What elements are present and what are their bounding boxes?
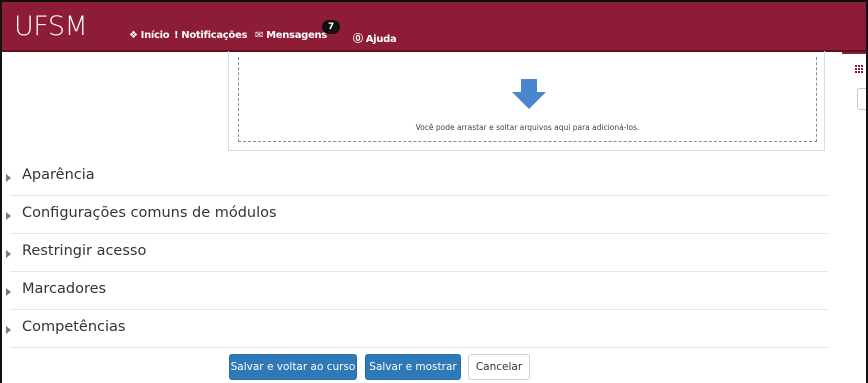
collapsed-caret-icon (6, 174, 11, 182)
help-icon: ⓪ (353, 34, 363, 45)
browser-viewport: UFSM ❖ Início ! Notificações ✉ Mensagens 7 … (0, 0, 868, 383)
section-title: Competências (22, 319, 126, 335)
alert-icon: ! (174, 30, 179, 41)
file-dropzone[interactable]: Você pode arrastar e soltar arquivos aqu… (238, 57, 817, 142)
nav-notifications-label: Notificações (181, 30, 248, 41)
active-tab-underline (842, 52, 866, 54)
dropzone-hint: Você pode arrastar e soltar arquivos aqu… (415, 123, 640, 132)
envelope-icon: ✉ (255, 30, 264, 41)
nav-messages-label: Mensagens (266, 30, 327, 41)
nav-help[interactable]: ⓪ Ajuda (353, 30, 397, 45)
collapsed-caret-icon (6, 326, 11, 334)
section-restrict-access[interactable]: Restringir acesso (6, 234, 828, 272)
nav-home-label: Início (140, 30, 170, 41)
section-tags[interactable]: Marcadores (6, 272, 828, 310)
top-navbar: UFSM ❖ Início ! Notificações ✉ Mensagens 7 … (2, 2, 866, 52)
section-common-module-settings[interactable]: Configurações comuns de módulos (6, 196, 828, 234)
section-appearance[interactable]: Aparência (6, 158, 828, 196)
nav-messages[interactable]: ✉ Mensagens (255, 30, 327, 41)
collapsed-caret-icon (6, 212, 11, 220)
brand-logo[interactable]: UFSM (14, 11, 88, 42)
cancel-button[interactable]: Cancelar (468, 354, 530, 380)
collapsed-caret-icon (6, 250, 11, 258)
save-and-return-button[interactable]: Salvar e voltar ao curso (229, 354, 357, 380)
home-icon: ❖ (129, 30, 138, 41)
nav-home[interactable]: ❖ Início (129, 30, 170, 41)
save-and-show-button[interactable]: Salvar e mostrar (365, 354, 461, 380)
nav-help-label: Ajuda (365, 34, 397, 45)
filemanager-container: Você pode arrastar e soltar arquivos aqu… (228, 51, 825, 151)
grid-icon[interactable] (855, 65, 865, 73)
section-title: Marcadores (22, 281, 107, 297)
section-competencies[interactable]: Competências (6, 310, 828, 348)
section-title: Restringir acesso (22, 243, 147, 259)
download-arrow-icon (512, 79, 546, 109)
side-panel-box[interactable] (857, 88, 866, 110)
section-title: Aparência (22, 167, 95, 183)
section-title: Configurações comuns de módulos (22, 205, 277, 221)
messages-count-badge: 7 (322, 20, 340, 34)
nav-notifications[interactable]: ! Notificações (174, 30, 247, 41)
collapsed-caret-icon (6, 288, 11, 296)
